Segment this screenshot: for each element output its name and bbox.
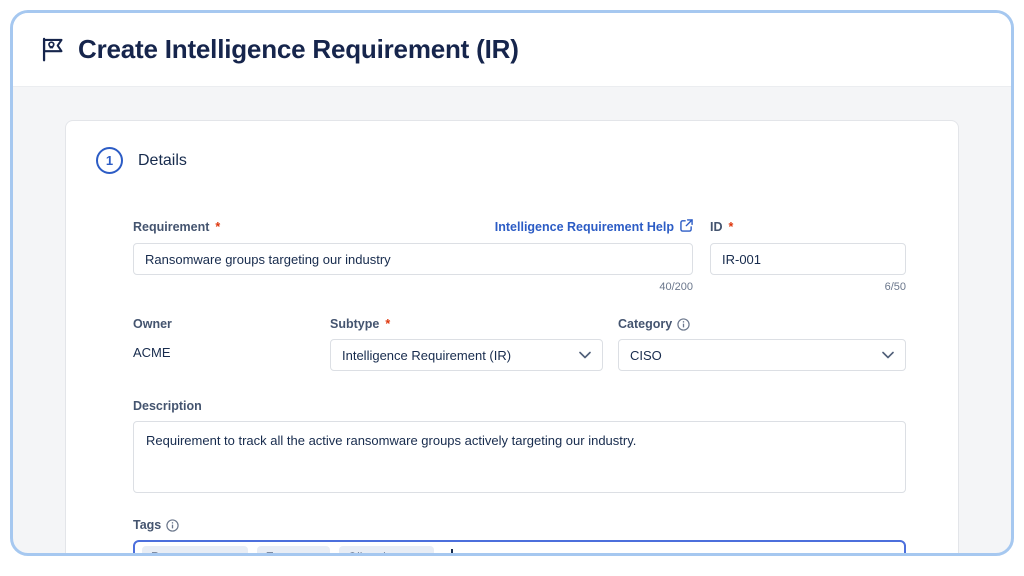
tag-chip-label: Oil and gas bbox=[348, 550, 409, 556]
owner-label: Owner bbox=[133, 317, 330, 331]
remove-tag-icon[interactable] bbox=[416, 553, 425, 557]
info-icon[interactable] bbox=[677, 318, 690, 331]
owner-value: ACME bbox=[133, 345, 330, 360]
step-title: Details bbox=[138, 152, 187, 170]
subtype-selected-value: Intelligence Requirement (IR) bbox=[342, 348, 511, 363]
category-select[interactable]: CISO bbox=[618, 339, 906, 371]
details-form: Requirement* Intelligence Requirement He… bbox=[133, 219, 906, 556]
requirement-char-counter: 40/200 bbox=[133, 281, 693, 293]
category-selected-value: CISO bbox=[630, 348, 662, 363]
remove-tag-icon[interactable] bbox=[312, 553, 321, 557]
requirement-label: Requirement* bbox=[133, 220, 220, 234]
ir-help-link[interactable]: Intelligence Requirement Help bbox=[495, 219, 693, 235]
description-label: Description bbox=[133, 399, 906, 413]
id-input[interactable] bbox=[710, 243, 906, 275]
tag-chip-label: Ransomware bbox=[151, 550, 222, 556]
id-label: ID* bbox=[710, 220, 733, 234]
details-card: 1 Details Requirement* Intelligence Requ… bbox=[65, 120, 959, 556]
step-number-badge: 1 bbox=[96, 147, 123, 174]
description-textarea[interactable]: Requirement to track all the active rans… bbox=[133, 421, 906, 493]
required-asterisk: * bbox=[729, 220, 734, 234]
subtype-label: Subtype* bbox=[330, 317, 603, 331]
step-header: 1 Details bbox=[66, 147, 958, 174]
required-asterisk: * bbox=[385, 317, 390, 331]
tag-chip[interactable]: Ransomware bbox=[142, 546, 248, 556]
tag-chip[interactable]: Oil and gas bbox=[339, 546, 435, 556]
remove-tag-icon[interactable] bbox=[230, 553, 239, 557]
chevron-down-icon bbox=[882, 351, 894, 359]
tag-chip-label: Energy bbox=[266, 550, 304, 556]
ir-flag-icon bbox=[39, 36, 66, 63]
page-title: Create Intelligence Requirement (IR) bbox=[78, 34, 519, 65]
tags-label: Tags bbox=[133, 518, 906, 532]
text-cursor bbox=[451, 549, 453, 557]
required-asterisk: * bbox=[215, 220, 220, 234]
tags-input[interactable]: Ransomware Energy Oil and bbox=[133, 540, 906, 556]
requirement-input[interactable] bbox=[133, 243, 693, 275]
create-ir-dialog: Create Intelligence Requirement (IR) 1 D… bbox=[10, 10, 1014, 556]
category-label: Category bbox=[618, 317, 906, 331]
dialog-body: 1 Details Requirement* Intelligence Requ… bbox=[13, 87, 1011, 556]
dialog-header: Create Intelligence Requirement (IR) bbox=[13, 13, 1011, 87]
info-icon[interactable] bbox=[166, 519, 179, 532]
external-link-icon bbox=[680, 219, 693, 235]
subtype-select[interactable]: Intelligence Requirement (IR) bbox=[330, 339, 603, 371]
id-char-counter: 6/50 bbox=[710, 281, 906, 293]
chevron-down-icon bbox=[579, 351, 591, 359]
tag-chip[interactable]: Energy bbox=[257, 546, 330, 556]
